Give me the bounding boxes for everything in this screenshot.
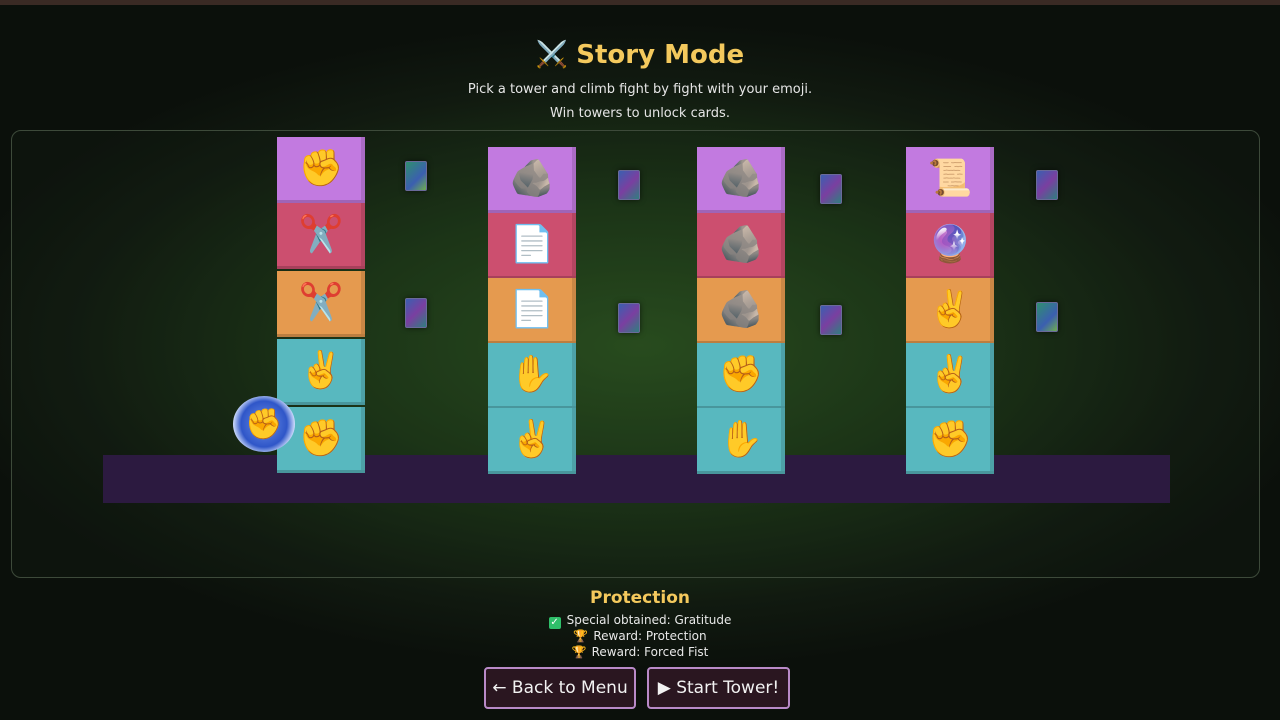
tower-2-level-4[interactable]: 📄 xyxy=(488,213,576,279)
tower-4-level-5[interactable]: 📜 xyxy=(906,147,994,213)
tower-1-level-2[interactable]: ✌️ xyxy=(277,339,365,405)
crystal-orb-icon: 🔮 xyxy=(927,223,973,265)
special-line: ✓ Special obtained: Gratitude xyxy=(0,613,1280,629)
tower-2-level-2[interactable]: ✋ xyxy=(488,343,576,409)
reward-card-icon[interactable] xyxy=(618,303,640,333)
blue-fist-icon: ✊ xyxy=(245,406,283,442)
paper-character-icon: 📜 xyxy=(927,157,973,199)
tower-3-level-5[interactable]: 🪨 xyxy=(697,147,785,213)
reward-card-icon[interactable] xyxy=(1036,170,1058,200)
tower-4-level-2[interactable]: ✌️ xyxy=(906,343,994,409)
rock-icon: 🪨 xyxy=(718,223,764,265)
tower-4-level-4[interactable]: 🔮 xyxy=(906,213,994,279)
tower-3-level-2[interactable]: ✊ xyxy=(697,343,785,409)
blue-peace-hand-icon: ✌️ xyxy=(509,418,555,460)
tower-3-level-4[interactable]: 🪨 xyxy=(697,213,785,279)
reward-card-icon[interactable] xyxy=(405,161,427,191)
tower-2-level-1[interactable]: ✌️ xyxy=(488,408,576,474)
orange-fist-icon: ✊ xyxy=(298,147,344,189)
subtitle-line-1: Pick a tower and climb fight by fight wi… xyxy=(467,82,813,97)
blue-peace-hand-icon: ✌️ xyxy=(927,353,973,395)
trophy-icon: 🏆 xyxy=(573,629,589,643)
subtitle-line-2: Win towers to unlock cards. xyxy=(550,106,730,121)
rock-icon: 🪨 xyxy=(718,288,764,330)
tower-2-level-5[interactable]: 🪨 xyxy=(488,147,576,213)
reward-card-icon[interactable] xyxy=(820,174,842,204)
tower-3-level-3[interactable]: 🪨 xyxy=(697,278,785,344)
reward-line-1: 🏆 Reward: Protection xyxy=(0,629,1280,643)
green-fist-icon: ✊ xyxy=(718,353,764,395)
reward-card-icon[interactable] xyxy=(618,170,640,200)
reward-text: Reward: Protection xyxy=(593,629,707,643)
crossed-swords-icon: ⚔️ xyxy=(535,40,569,70)
blue-fist-icon: ✊ xyxy=(927,418,973,460)
scissors-icon: ✂️ xyxy=(298,281,344,323)
tower-1-level-3[interactable]: ✂️ xyxy=(277,271,365,337)
trophy-icon: 🏆 xyxy=(571,645,587,659)
checkbox-icon: ✓ xyxy=(548,617,561,629)
reward-card-icon[interactable] xyxy=(1036,302,1058,332)
tower-4-level-3[interactable]: ✌️ xyxy=(906,278,994,344)
tower-1-level-5[interactable]: ✊ xyxy=(277,137,365,203)
tower-3-level-1[interactable]: ✋ xyxy=(697,408,785,474)
tower-2-level-3[interactable]: 📄 xyxy=(488,278,576,344)
blue-hand-icon: ✋ xyxy=(718,418,764,460)
start-tower-button[interactable]: ▶ Start Tower! xyxy=(647,667,790,709)
player-avatar: ✊ xyxy=(233,396,295,452)
top-bar xyxy=(0,0,1280,5)
scissors-icon: ✂️ xyxy=(298,213,344,255)
green-hand-icon: ✋ xyxy=(509,353,555,395)
reward-card-icon[interactable] xyxy=(405,298,427,328)
paper-icon: 📄 xyxy=(509,223,555,265)
tower-4-level-1[interactable]: ✊ xyxy=(906,408,994,474)
rock-icon: 🪨 xyxy=(509,157,555,199)
title-text: Story Mode xyxy=(576,40,745,70)
selected-tower-title: Protection xyxy=(590,588,690,608)
special-text: Special obtained: Gratitude xyxy=(566,613,732,627)
reward-card-icon[interactable] xyxy=(820,305,842,335)
green-fist-icon: ✊ xyxy=(298,417,344,459)
page-title: ⚔️ Story Mode xyxy=(0,40,1280,70)
ground-platform xyxy=(103,455,1170,503)
paper-icon: 📄 xyxy=(509,288,555,330)
orange-peace-hand-icon: ✌️ xyxy=(927,288,973,330)
reward-line-2: 🏆 Reward: Forced Fist xyxy=(0,645,1280,659)
rock-icon: 🪨 xyxy=(718,157,764,199)
tower-1-level-4[interactable]: ✂️ xyxy=(277,203,365,269)
reward-text: Reward: Forced Fist xyxy=(591,645,709,659)
back-to-menu-button[interactable]: ← Back to Menu xyxy=(484,667,636,709)
green-peace-hand-icon: ✌️ xyxy=(298,349,344,391)
